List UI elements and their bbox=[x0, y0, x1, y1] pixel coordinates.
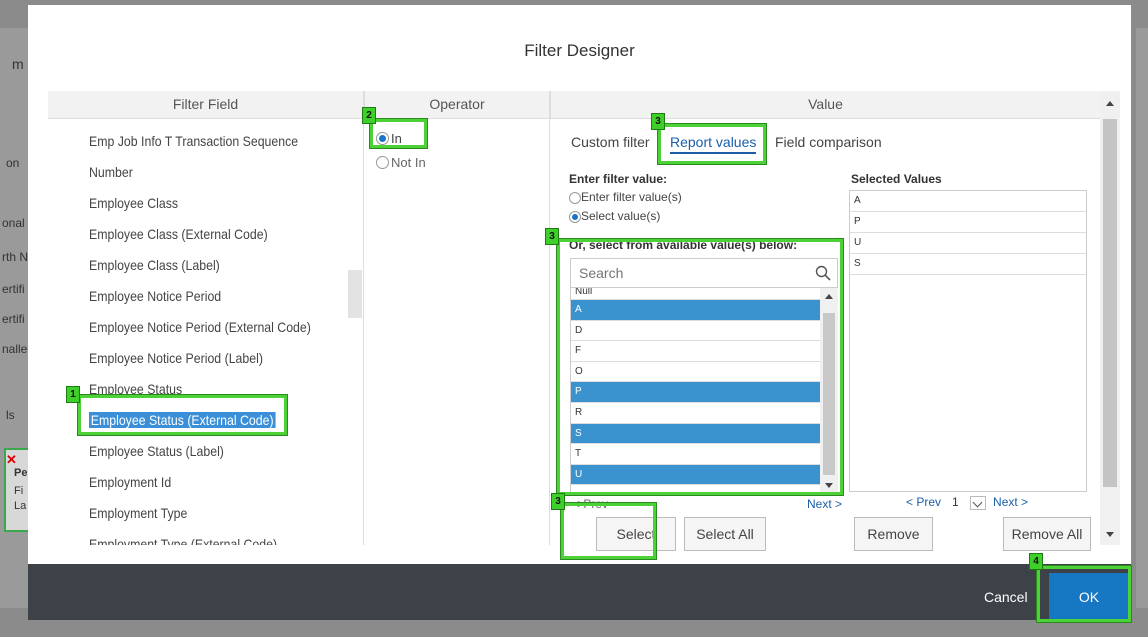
selected-values-list: A P U S bbox=[849, 190, 1087, 492]
chevron-down-icon[interactable] bbox=[969, 495, 986, 510]
tab-custom-filter[interactable]: Custom filter bbox=[571, 134, 650, 150]
highlight-box bbox=[557, 239, 843, 495]
column-divider bbox=[549, 91, 550, 545]
step-badge: 3 bbox=[651, 113, 665, 130]
background-fragment: nalle bbox=[2, 342, 28, 356]
highlight-box bbox=[370, 119, 427, 148]
available-next-link[interactable]: Next > bbox=[807, 497, 842, 511]
filter-field-list: Emp Job Info T Transaction Sequence Numb… bbox=[48, 120, 363, 545]
background-fragment: rth N bbox=[2, 250, 29, 264]
scroll-thumb[interactable] bbox=[1103, 119, 1117, 487]
background-fragment: ertifi bbox=[2, 312, 25, 326]
field-item[interactable]: Employee Class (External Code) bbox=[89, 226, 268, 242]
dialog-scrollbar[interactable] bbox=[1100, 91, 1120, 545]
operator-not-in-label: Not In bbox=[391, 155, 426, 171]
scroll-up-icon[interactable] bbox=[1106, 101, 1114, 106]
highlight-box bbox=[78, 395, 287, 435]
field-item[interactable]: Employee Status (Label) bbox=[89, 443, 224, 459]
step-badge: 2 bbox=[362, 107, 376, 124]
list-item[interactable]: A bbox=[850, 191, 1086, 212]
enter-values-radio[interactable]: Enter filter value(s) bbox=[569, 190, 682, 204]
highlight-box bbox=[1037, 566, 1131, 622]
selected-pager: < Prev 1 Next > bbox=[906, 495, 1028, 510]
select-all-button[interactable]: Select All bbox=[684, 517, 766, 551]
step-badge: 3 bbox=[545, 228, 559, 245]
background-fragment: ertifi bbox=[2, 282, 25, 296]
selected-prev-link[interactable]: < Prev bbox=[906, 495, 941, 509]
field-item[interactable]: Employee Class (Label) bbox=[89, 257, 220, 273]
field-item[interactable]: Employee Notice Period (External Code) bbox=[89, 319, 311, 335]
step-badge: 3 bbox=[551, 493, 565, 510]
selected-next-link[interactable]: Next > bbox=[993, 495, 1028, 509]
close-icon: ✕ bbox=[6, 452, 17, 467]
step-badge: 4 bbox=[1029, 553, 1043, 570]
field-item[interactable]: Number bbox=[89, 164, 133, 180]
selected-values-label: Selected Values bbox=[851, 172, 942, 186]
field-item[interactable]: Employee Class bbox=[89, 195, 178, 211]
radio-icon bbox=[569, 191, 581, 204]
background-right-strip bbox=[1136, 28, 1148, 608]
cancel-button[interactable]: Cancel bbox=[984, 589, 1028, 605]
remove-button[interactable]: Remove bbox=[854, 517, 933, 551]
highlight-box bbox=[658, 124, 766, 164]
step-badge: 1 bbox=[66, 386, 80, 403]
select-values-radio[interactable]: Select value(s) bbox=[569, 209, 660, 223]
scroll-down-icon[interactable] bbox=[1106, 532, 1114, 537]
column-divider bbox=[363, 91, 364, 545]
field-item[interactable]: Employment Id bbox=[89, 474, 171, 490]
list-item[interactable]: P bbox=[850, 212, 1086, 233]
radio-selected-icon bbox=[569, 210, 581, 223]
background-fragment: on bbox=[6, 156, 20, 170]
list-item[interactable]: S bbox=[850, 254, 1086, 275]
enter-filter-label: Enter filter value: bbox=[569, 172, 668, 186]
field-item[interactable]: Employee Notice Period (Label) bbox=[89, 350, 263, 366]
field-list-scrollbar[interactable] bbox=[348, 270, 362, 318]
background-fragment: Fi bbox=[14, 485, 24, 497]
operator-not-in-radio[interactable]: Not In bbox=[376, 154, 426, 170]
background-fragment: onal bbox=[2, 216, 25, 230]
select-values-label: Select value(s) bbox=[581, 209, 661, 223]
field-item[interactable]: Emp Job Info T Transaction Sequence bbox=[89, 133, 298, 149]
background-fragment: La bbox=[14, 500, 27, 512]
field-item[interactable]: Employee Notice Period bbox=[89, 288, 221, 304]
dialog-footer bbox=[28, 564, 1131, 620]
dialog-title: Filter Designer bbox=[524, 41, 635, 60]
background-fragment: m bbox=[12, 56, 24, 72]
background-fragment: ls bbox=[6, 408, 15, 422]
filter-field-header: Filter Field bbox=[48, 91, 363, 119]
operator-header: Operator bbox=[364, 91, 549, 119]
tab-field-comparison[interactable]: Field comparison bbox=[775, 134, 882, 150]
field-item[interactable]: Employment Type (External Code) bbox=[89, 536, 277, 545]
remove-all-button[interactable]: Remove All bbox=[1003, 517, 1091, 551]
page-number: 1 bbox=[952, 495, 959, 509]
enter-values-label: Enter filter value(s) bbox=[581, 190, 682, 204]
background-fragment: Pe bbox=[14, 467, 28, 479]
list-item[interactable]: U bbox=[850, 233, 1086, 254]
radio-icon bbox=[376, 156, 389, 170]
highlight-box bbox=[561, 503, 656, 559]
field-item[interactable]: Employment Type bbox=[89, 505, 187, 521]
value-header: Value bbox=[550, 91, 1100, 119]
